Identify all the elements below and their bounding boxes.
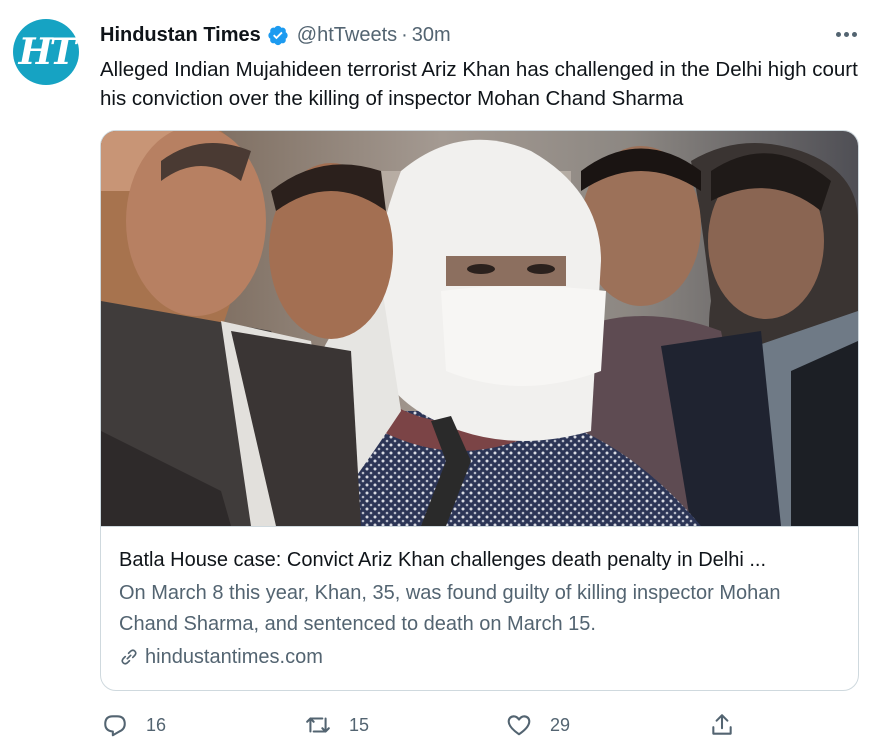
link-icon [121,649,137,665]
tweet-actions: 16 15 29 [0,708,878,742]
card-description: On March 8 this year, Khan, 35, was foun… [119,582,781,635]
timestamp[interactable]: 30m [412,24,451,47]
tweet-header: Hindustan Times @htTweets · 30m [100,21,451,49]
like-count: 29 [550,714,571,735]
card-domain[interactable]: hindustantimes.com [119,643,840,671]
link-card[interactable]: Batla House case: Convict Ariz Khan chal… [100,130,859,691]
avatar-logo-text: HT [18,31,77,73]
tweet-text: Alleged Indian Mujahideen terrorist Ariz… [100,58,858,110]
share-icon [712,714,732,735]
dot [835,31,841,37]
card-image[interactable] [101,131,858,526]
verified-badge-icon [268,25,288,46]
retweet-count: 15 [349,714,370,735]
avatar[interactable]: HT [13,19,79,85]
reply-icon [104,715,126,737]
separator-dot: · [401,23,408,46]
retweet-button[interactable]: 15 [305,708,369,742]
dot [843,31,849,37]
heart-icon [507,715,531,736]
news-photo [101,131,858,526]
share-button[interactable] [709,708,735,742]
card-body[interactable]: Batla House case: Convict Ariz Khan chal… [101,526,858,690]
reply-button[interactable]: 16 [102,708,166,742]
more-dots-icon[interactable] [831,22,861,46]
like-button[interactable]: 29 [506,708,570,742]
retweet-icon [306,717,330,733]
display-name[interactable]: Hindustan Times [100,24,261,47]
card-title[interactable]: Batla House case: Convict Ariz Khan chal… [119,547,840,573]
handle[interactable]: @htTweets [297,24,397,47]
dot [851,31,857,37]
card-domain-text: hindustantimes.com [145,646,323,668]
reply-count: 16 [146,714,167,735]
